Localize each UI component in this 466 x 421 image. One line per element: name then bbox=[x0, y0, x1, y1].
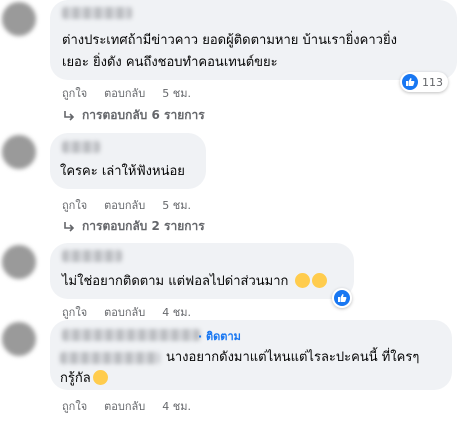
like-reaction-icon bbox=[402, 74, 418, 90]
grinning-emoji-icon bbox=[311, 273, 327, 288]
reply-button[interactable]: ตอบกลับ bbox=[104, 397, 145, 415]
author-name[interactable] bbox=[62, 141, 100, 153]
comment-text-line: เยอะ ยิ่งดัง คนถึงชอบทำคอนเทนต์ขยะ bbox=[62, 55, 278, 70]
avatar[interactable] bbox=[2, 135, 36, 169]
timestamp[interactable]: 5 ชม. bbox=[162, 84, 191, 102]
reply-button[interactable]: ตอบกลับ bbox=[104, 84, 145, 102]
avatar[interactable] bbox=[2, 2, 36, 36]
comment-text-line: นางอยากดังมาแต่ไหนแต่ไรละปะคนนี้ ที่ใครๆ bbox=[166, 350, 420, 365]
view-replies[interactable]: การตอบกลับ 2 รายการ bbox=[62, 217, 205, 236]
author-name[interactable] bbox=[62, 250, 122, 262]
comment-text: ไม่ใช่อยากติดตาม แต่ฟอลไปด่าส่วนมาก bbox=[62, 271, 327, 293]
replies-label: การตอบกลับ 2 รายการ bbox=[82, 219, 205, 233]
timestamp[interactable]: 4 ชม. bbox=[162, 397, 191, 415]
reaction-badge[interactable]: 113 bbox=[400, 72, 448, 92]
dot-separator: · bbox=[198, 330, 207, 343]
avatar[interactable] bbox=[2, 245, 36, 279]
replies-label: การตอบกลับ 6 รายการ bbox=[82, 108, 205, 122]
timestamp[interactable]: 5 ชม. bbox=[162, 196, 191, 214]
reply-button[interactable]: ตอบกลับ bbox=[104, 303, 145, 321]
reply-arrow-icon bbox=[64, 221, 75, 232]
timestamp[interactable]: 4 ชม. bbox=[162, 303, 191, 321]
comment-bubble: ใครคะ เล่าให้ฟังหน่อย bbox=[50, 133, 206, 189]
laughing-emoji-icon bbox=[92, 370, 108, 385]
author-name[interactable] bbox=[62, 329, 200, 341]
like-button[interactable]: ถูกใจ bbox=[62, 397, 87, 415]
comment-bubble: · ติดตาม นางอยากดังมาแต่ไหนแต่ไรละปะคนนี… bbox=[50, 320, 452, 390]
comment-bubble: ต่างประเทศถ้ามีข่าวคาว ยอดผู้ติดตามหาย บ… bbox=[50, 0, 457, 80]
view-replies[interactable]: การตอบกลับ 6 รายการ bbox=[62, 106, 205, 125]
comment-text-line: ต่างประเทศถ้ามีข่าวคาว ยอดผู้ติดตามหาย บ… bbox=[62, 33, 397, 48]
like-button[interactable]: ถูกใจ bbox=[62, 303, 87, 321]
reaction-count: 113 bbox=[422, 75, 443, 89]
reaction-badge[interactable] bbox=[332, 288, 352, 308]
comment-actions: ถูกใจ ตอบกลับ 4 ชม. bbox=[62, 303, 208, 321]
avatar[interactable] bbox=[2, 322, 36, 356]
comment-actions: ถูกใจ ตอบกลับ 5 ชม. bbox=[62, 196, 208, 214]
like-button[interactable]: ถูกใจ bbox=[62, 84, 87, 102]
comment-text: ใครคะ เล่าให้ฟังหน่อย bbox=[60, 164, 185, 179]
mention-tag[interactable] bbox=[60, 352, 160, 364]
comment-text-line: กรู้กัล bbox=[60, 368, 108, 390]
comment-actions: ถูกใจ ตอบกลับ 5 ชม. bbox=[62, 84, 208, 102]
comment-actions: ถูกใจ ตอบกลับ 4 ชม. bbox=[62, 397, 208, 415]
like-reaction-icon bbox=[334, 290, 350, 306]
comment-bubble: ไม่ใช่อยากติดตาม แต่ฟอลไปด่าส่วนมาก bbox=[50, 243, 354, 299]
reply-button[interactable]: ตอบกลับ bbox=[104, 196, 145, 214]
author-name[interactable] bbox=[62, 7, 132, 19]
like-button[interactable]: ถูกใจ bbox=[62, 196, 87, 214]
reply-arrow-icon bbox=[64, 110, 75, 121]
grinning-emoji-icon bbox=[294, 273, 310, 288]
follow-button[interactable]: · ติดตาม bbox=[198, 327, 241, 345]
